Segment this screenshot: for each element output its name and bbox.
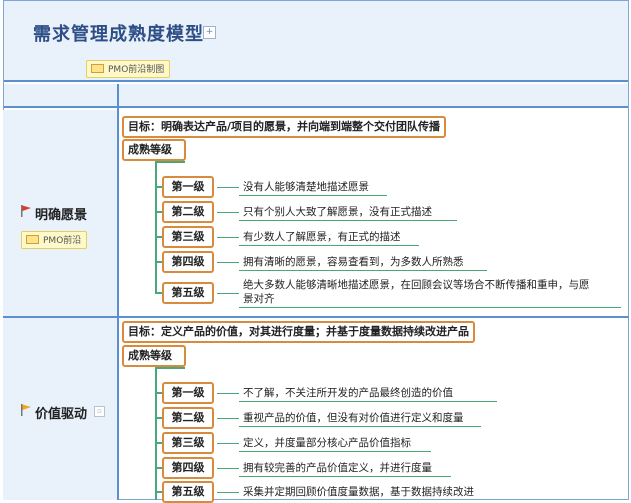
level-box: 第二级 [162,407,214,429]
underline [239,401,497,402]
level-description: 定义，并度量部分核心产品价值指标 [243,437,411,449]
level-connector [217,293,239,294]
level-box: 第二级 [162,201,214,223]
level-connector [217,443,239,444]
level-box: 第四级 [162,251,214,273]
underline [239,245,419,246]
goal-box: 目标：定义产品的价值，对其进行度量；并基于度量数据持续改进产品 [122,321,475,343]
category-label: 明确愿景 [35,208,88,223]
tree-connector [155,442,162,444]
category-tag: PMO前沿 [21,231,88,249]
tree-connector [155,161,157,293]
tree-connector [155,417,162,419]
tree-connector [155,292,162,294]
category-tag-label: PMO前沿 [43,236,82,246]
orange-flag-icon [21,404,31,416]
tag-icon [26,235,39,244]
tree-connector [155,236,162,238]
level-connector [217,468,239,469]
level-description: 拥有较完善的产品价值定义，并进行度量 [243,462,432,474]
maturity-box: 成熟等级 [122,139,186,161]
level-box: 第一级 [162,176,214,198]
row-divider [3,316,629,318]
tree-connector [155,186,162,188]
level-description: 有少数人了解愿景，有正式的描述 [243,231,401,243]
level-description: 拥有清晰的愿景，容易查看到，为多数人所熟悉 [243,256,464,268]
underline [239,220,457,221]
tree-connector [155,261,162,263]
level-description: 景对齐 [243,293,275,305]
level-description: 没有人能够清楚地描述愿景 [243,181,369,193]
tree-connector [155,211,162,213]
note-icon[interactable]: ▫ [94,406,105,417]
level-box: 第五级 [162,282,214,304]
level-connector [217,393,239,394]
underline [239,451,431,452]
maturity-box: 成熟等级 [122,345,186,367]
column-divider [117,84,119,500]
underline [239,476,451,477]
category-label: 价值驱动 [35,407,88,422]
level-connector [217,237,239,238]
level-connector [217,187,239,188]
level-description: 不了解，不关注所开发的产品最终创造的价值 [243,387,453,399]
underline [239,307,621,308]
tree-connector [155,161,185,163]
level-box: 第四级 [162,457,214,479]
level-box: 第一级 [162,382,214,404]
level-connector [217,492,239,493]
tree-connector [155,491,162,493]
level-connector [217,262,239,263]
level-box: 第三级 [162,226,214,248]
level-connector [217,418,239,419]
underline [239,426,481,427]
level-description: 重视产品的价值，但没有对价值进行定义和度量 [243,412,464,424]
tree-connector [155,392,162,394]
red-flag-icon [21,205,31,217]
tree-connector [155,367,185,369]
goal-box: 目标：明确表达产品/项目的愿景，并向端到端整个交付团队传播 [122,116,447,138]
underline [239,195,387,196]
level-box: 第三级 [162,432,214,454]
level-connector [217,212,239,213]
level-description: 绝大多数人能够清晰地描述愿景，在回顾会议等场合不断传播和重申，与愿 [243,279,590,291]
tree-connector [155,367,157,500]
tree-connector [155,467,162,469]
level-description: 采集并定期回顾价值度量数据，基于数据持续改进 [243,486,474,498]
underline [239,270,487,271]
level-description: 只有个别人大致了解愿景，没有正式描述 [243,206,432,218]
